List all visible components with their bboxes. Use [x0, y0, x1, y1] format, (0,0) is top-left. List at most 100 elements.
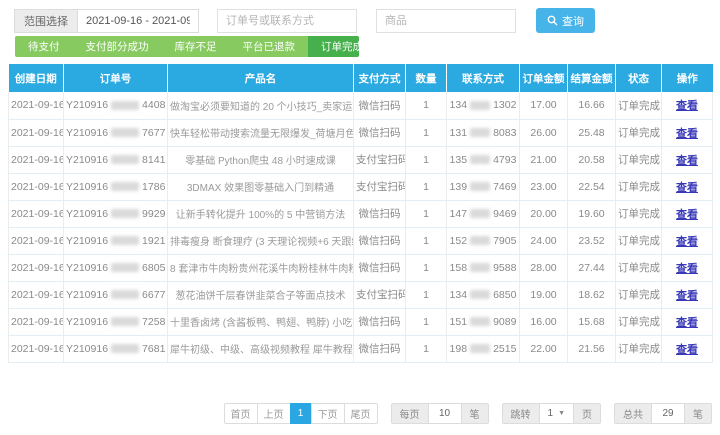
cell-settlement-amount: 22.54: [567, 173, 616, 201]
first-page-button[interactable]: 首页: [223, 402, 258, 424]
cell-product-name: 葱花油饼千层春饼韭菜合子等面点技术: [167, 281, 354, 309]
masked-contact-digits: [470, 155, 491, 165]
tab-pending-payment[interactable]: 待支付: [15, 36, 73, 57]
masked-contact-digits: [470, 128, 491, 138]
view-link[interactable]: 查看: [676, 236, 698, 248]
cell-create-date: 2021-09-16: [8, 173, 64, 201]
cell-action: 查看: [661, 254, 713, 282]
masked-order-digits: [111, 263, 140, 273]
order-table-body: 2021-09-16 Y210916 4408 做淘宝必须要知道的 20 个小技巧…: [8, 92, 713, 363]
cell-product-name: 十里香卤烤 (含酱板鸭、鸭翅、鸭脖) 小吃技术配方: [167, 308, 354, 336]
col-order-amount: 订单金额: [519, 64, 568, 92]
cell-quantity: 1: [405, 254, 447, 282]
cell-settlement-amount: 21.56: [567, 335, 616, 363]
cell-action: 查看: [661, 227, 713, 255]
table-row: 2021-09-16 Y210916 1786 3DMAX 效果图零基础入门到精通…: [8, 173, 713, 201]
total-count: 29: [651, 402, 685, 424]
cell-status: 订单完成: [615, 119, 662, 147]
cell-action: 查看: [661, 146, 713, 174]
search-button-label: 查询: [562, 15, 584, 28]
view-link[interactable]: 查看: [676, 344, 698, 356]
cell-order-number: Y210916 7258: [63, 308, 168, 336]
date-range-group: 范围选择: [14, 8, 199, 33]
search-button[interactable]: 查询: [536, 8, 595, 33]
table-row: 2021-09-16 Y210916 4408 做淘宝必须要知道的 20 个小技巧…: [8, 92, 713, 120]
cell-payment-method: 微信扫码: [353, 227, 406, 255]
view-link[interactable]: 查看: [676, 100, 698, 112]
cell-order-amount: 24.00: [519, 227, 568, 255]
masked-order-digits: [111, 128, 140, 138]
jump-group: 跳转 1 ▼ 页: [501, 402, 601, 424]
per-page-label: 每页: [390, 402, 429, 424]
view-link[interactable]: 查看: [676, 290, 698, 302]
cell-create-date: 2021-09-16: [8, 146, 64, 174]
cell-product-name: 做淘宝必须要知道的 20 个小技巧_卖家运营电商论坛: [167, 92, 354, 120]
cell-order-number: Y210916 7677: [63, 119, 168, 147]
prev-page-button[interactable]: 上页: [256, 402, 291, 424]
view-link[interactable]: 查看: [676, 128, 698, 140]
cell-create-date: 2021-09-16: [8, 92, 64, 120]
view-link[interactable]: 查看: [676, 209, 698, 221]
last-page-button[interactable]: 尾页: [343, 402, 378, 424]
masked-order-digits: [111, 100, 140, 110]
cell-product-name: 8 套津市牛肉粉贵州花溪牛肉粉桂林牛肉粉小吃配方: [167, 254, 354, 282]
cell-settlement-amount: 25.48: [567, 119, 616, 147]
cell-payment-method: 微信扫码: [353, 254, 406, 282]
order-table-header: 创建日期 订单号 产品名 支付方式 数量 联系方式 订单金额 结算金额 状态 操…: [8, 64, 713, 92]
col-product-name: 产品名: [167, 64, 354, 92]
cell-quantity: 1: [405, 281, 447, 309]
tab-partial-payment-success[interactable]: 支付部分成功: [73, 36, 162, 57]
masked-contact-digits: [470, 182, 491, 192]
view-link[interactable]: 查看: [676, 155, 698, 167]
cell-create-date: 2021-09-16: [8, 281, 64, 309]
total-label: 总共: [614, 402, 652, 424]
cell-create-date: 2021-09-16: [8, 308, 64, 336]
cell-order-amount: 28.00: [519, 254, 568, 282]
tab-order-complete[interactable]: 订单完成: [308, 36, 359, 57]
cell-create-date: 2021-09-16: [8, 200, 64, 228]
order-or-contact-input[interactable]: [217, 8, 357, 33]
cell-status: 订单完成: [615, 92, 662, 120]
cell-action: 查看: [661, 200, 713, 228]
date-range-input[interactable]: [77, 8, 199, 33]
cell-quantity: 1: [405, 146, 447, 174]
cell-status: 订单完成: [615, 335, 662, 363]
masked-contact-digits: [470, 290, 491, 300]
cell-order-amount: 21.00: [519, 146, 568, 174]
cell-order-amount: 22.00: [519, 335, 568, 363]
cell-settlement-amount: 23.52: [567, 227, 616, 255]
cell-action: 查看: [661, 119, 713, 147]
view-link[interactable]: 查看: [676, 263, 698, 275]
cell-order-number: Y210916 9929: [63, 200, 168, 228]
cell-contact: 134 6850: [446, 281, 520, 309]
cell-quantity: 1: [405, 308, 447, 336]
next-page-button[interactable]: 下页: [310, 402, 345, 424]
cell-action: 查看: [661, 281, 713, 309]
table-row: 2021-09-16 Y210916 8141 零基础 Python爬虫 48 小…: [8, 146, 713, 174]
tab-platform-refunded[interactable]: 平台已退款: [230, 36, 309, 57]
cell-contact: 131 8083: [446, 119, 520, 147]
cell-action: 查看: [661, 335, 713, 363]
jump-page-select[interactable]: 1 ▼: [538, 402, 574, 424]
cell-contact: 158 9588: [446, 254, 520, 282]
product-input[interactable]: [376, 8, 516, 33]
cell-settlement-amount: 19.60: [567, 200, 616, 228]
table-row: 2021-09-16 Y210916 6677 葱花油饼千层春饼韭菜合子等面点技术…: [8, 281, 713, 309]
current-page-button[interactable]: 1: [289, 402, 312, 424]
cell-status: 订单完成: [615, 173, 662, 201]
per-page-input[interactable]: 10: [427, 402, 462, 424]
view-link[interactable]: 查看: [676, 317, 698, 329]
cell-quantity: 1: [405, 173, 447, 201]
cell-settlement-amount: 27.44: [567, 254, 616, 282]
table-row: 2021-09-16 Y210916 7258 十里香卤烤 (含酱板鸭、鸭翅、鸭脖…: [8, 308, 713, 336]
cell-status: 订单完成: [615, 146, 662, 174]
cell-status: 订单完成: [615, 281, 662, 309]
masked-order-digits: [111, 155, 140, 165]
table-row: 2021-09-16 Y210916 1921 排毒瘦身 断食理疗 (3 天理论视…: [8, 227, 713, 255]
view-link[interactable]: 查看: [676, 182, 698, 194]
masked-contact-digits: [470, 344, 491, 354]
jump-label: 跳转: [501, 402, 540, 424]
cell-order-number: Y210916 1921: [63, 227, 168, 255]
cell-contact: 135 4793: [446, 146, 520, 174]
tab-out-of-stock[interactable]: 库存不足: [162, 36, 230, 57]
